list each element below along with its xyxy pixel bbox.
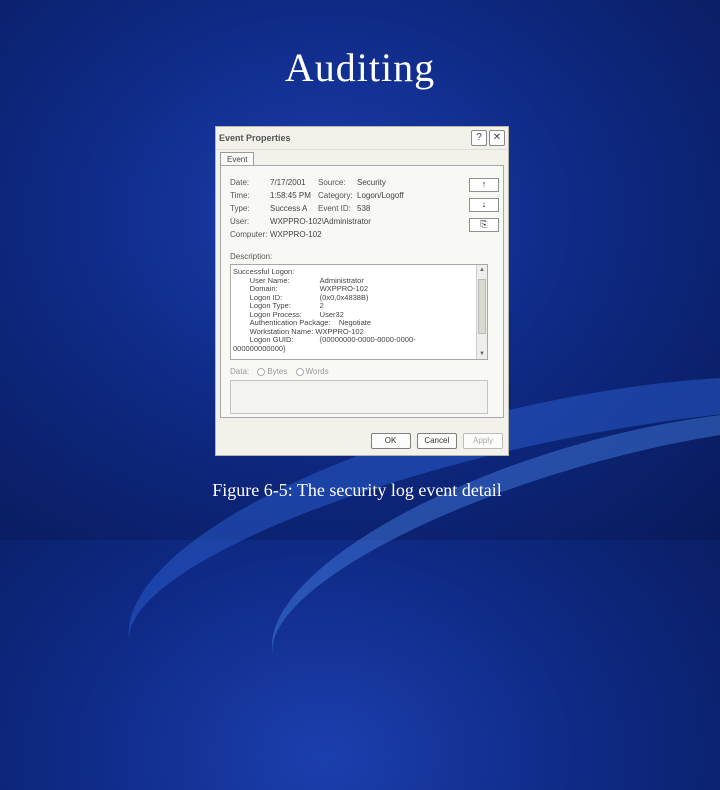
scroll-down-icon[interactable]: ▼	[477, 349, 487, 359]
description-scrollbar[interactable]: ▲ ▼	[476, 265, 487, 359]
words-label: Words	[305, 367, 329, 376]
event-properties-dialog: Event Properties ? ✕ Event Date: 7/17/200…	[215, 126, 509, 456]
close-button[interactable]: ✕	[489, 130, 505, 146]
category-value: Logon/Logoff	[357, 191, 404, 200]
ok-button[interactable]: OK	[370, 433, 411, 449]
slide-title: Auditing	[284, 45, 436, 90]
event-id-label: Event ID:	[318, 204, 351, 213]
date-value: 7/17/2001	[270, 178, 306, 187]
time-value: 1:58:45 PM	[270, 191, 311, 200]
data-textbox[interactable]	[230, 380, 488, 414]
description-line: Domain: WXPPRO-102	[249, 284, 369, 293]
date-label: Date:	[230, 178, 250, 187]
description-line: Authentication Package: Negotiate	[249, 318, 372, 327]
copy-event-button[interactable]: ⎘	[469, 218, 499, 232]
scroll-up-icon[interactable]: ▲	[477, 265, 487, 275]
event-id-value: 538	[357, 204, 371, 213]
down-arrow-icon: ↓	[481, 199, 487, 209]
description-line: Workstation Name: WXPPRO-102	[249, 326, 364, 336]
previous-event-button[interactable]: ↑	[469, 178, 499, 192]
description-line: Logon Type: 2	[249, 301, 324, 310]
dialog-buttons: OK Cancel Apply	[367, 433, 503, 449]
type-value: Success A	[270, 204, 308, 213]
bytes-label: Bytes	[267, 367, 288, 376]
cancel-button[interactable]: Cancel	[416, 433, 457, 449]
user-value: WXPPRO-102\Administrator	[270, 217, 371, 226]
dialog-title: Event Properties	[219, 133, 291, 143]
dialog-titlebar: Event Properties ? ✕	[216, 127, 508, 150]
apply-button[interactable]: Apply	[463, 433, 503, 449]
data-format-row: Data: Bytes Words	[230, 367, 329, 376]
computer-value: WXPPRO-102	[270, 230, 322, 239]
next-event-button[interactable]: ↓	[469, 198, 499, 212]
type-label: Type:	[230, 204, 250, 213]
navigation-buttons: ↑ ↓ ⎘	[469, 178, 499, 238]
description-heading: Successful Logon:	[233, 267, 295, 276]
description-line: Logon ID: (0x0,0x4838B)	[249, 292, 369, 302]
bytes-radio[interactable]	[257, 367, 266, 376]
figure-caption: Figure 6-5: The security log event detai…	[212, 480, 502, 500]
description-line: 000000000000}	[233, 343, 286, 353]
up-arrow-icon: ↑	[481, 179, 487, 189]
source-value: Security	[357, 178, 386, 187]
description-line: User Name: Administrator	[249, 275, 364, 285]
user-label: User:	[230, 217, 250, 226]
time-label: Time:	[230, 191, 250, 200]
scroll-thumb[interactable]	[478, 279, 486, 334]
tab-event[interactable]: Event	[220, 152, 255, 166]
help-button[interactable]: ?	[471, 130, 487, 146]
data-label: Data:	[230, 367, 250, 376]
source-label: Source:	[318, 178, 346, 187]
category-label: Category:	[318, 191, 353, 200]
event-panel: Date: 7/17/2001 Source: Security Time: 1:58:…	[220, 165, 504, 418]
computer-label: Computer:	[230, 230, 268, 239]
description-line: Logon Process: User32	[249, 309, 344, 319]
description-textbox[interactable]: Successful Logon: User Name: Administrato…	[230, 264, 488, 360]
words-radio[interactable]	[295, 367, 304, 376]
copy-icon: ⎘	[480, 219, 488, 229]
description-line: Logon GUID: {00000000-0000-0000-0000-	[249, 335, 416, 344]
description-label: Description:	[230, 252, 273, 261]
event-fields: Date: 7/17/2001 Source: Security Time: 1:58:…	[230, 178, 404, 243]
